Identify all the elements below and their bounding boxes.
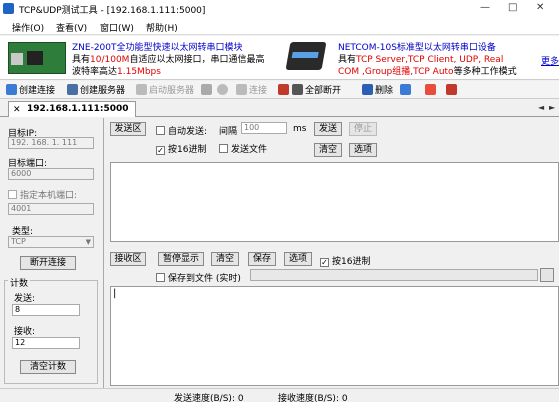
- banner-right-line3: COM ,Group组播,TCP Auto等多种工作模式: [338, 67, 517, 77]
- tab-connection[interactable]: ✕ 192.168.1.111:5000: [8, 101, 136, 117]
- target-port-field[interactable]: 6000: [8, 168, 94, 180]
- send-clear-button[interactable]: 清空: [314, 143, 342, 157]
- tab-close-icon[interactable]: ✕: [13, 105, 21, 115]
- chevron-down-icon: ▼: [85, 238, 91, 246]
- recv-save-button[interactable]: 保存: [248, 252, 276, 266]
- auto-send-checkbox[interactable]: 自动发送:: [156, 124, 207, 137]
- pause-display-button[interactable]: 暂停显示: [158, 252, 204, 266]
- send-options-button[interactable]: 选项: [349, 143, 377, 157]
- banner-left-line3: 波特率高达1.15Mbps: [72, 67, 161, 77]
- connect-icon: [236, 84, 247, 95]
- send-count-field[interactable]: 8: [12, 304, 80, 316]
- status-bar: 发送速度(B/S): 0 接收速度(B/S): 0: [0, 388, 559, 402]
- disconnect-all-icon: [292, 84, 303, 95]
- recv-clear-button[interactable]: 清空: [211, 252, 239, 266]
- more-link[interactable]: 更多: [541, 54, 559, 67]
- recv-hex-checkbox[interactable]: ✓ 按16进制: [320, 254, 370, 267]
- title-bar: TCP&UDP测试工具 - [192.168.1.111:5000] — □ ✕: [0, 0, 559, 18]
- receive-area-button[interactable]: 接收区: [110, 252, 146, 266]
- recv-count-label: 接收:: [14, 327, 36, 337]
- local-port-field[interactable]: 4001: [8, 203, 94, 215]
- minimize-button[interactable]: —: [480, 2, 490, 13]
- tab-bar: ✕ 192.168.1.111:5000 ◄ ►: [0, 100, 559, 117]
- recv-speed: 接收速度(B/S): 0: [278, 394, 348, 402]
- browse-button[interactable]: [540, 268, 554, 282]
- save-to-file-checkbox[interactable]: 保存到文件 (实时): [156, 271, 241, 284]
- delete-button[interactable]: 删除: [362, 83, 393, 97]
- disconnect-button[interactable]: 断开连接: [20, 256, 76, 270]
- module-image[interactable]: [8, 42, 66, 74]
- app-icon: [3, 3, 14, 14]
- send-hex-checkbox[interactable]: ✓ 按16进制: [156, 142, 206, 155]
- server-icon: [67, 84, 78, 95]
- exit-icon[interactable]: [425, 84, 436, 95]
- send-speed: 发送速度(B/S): 0: [174, 394, 244, 402]
- interval-unit: ms: [293, 124, 307, 134]
- clear-count-button[interactable]: 清空计数: [20, 360, 76, 374]
- type-select[interactable]: TCP ▼: [8, 236, 94, 248]
- close-button[interactable]: ✕: [536, 2, 544, 13]
- connect-button[interactable]: 连接: [236, 83, 267, 97]
- ad-banner: ZNE-200T全功能型快速以太网转串口模块 具有10/100M自适应以太网接口…: [0, 36, 559, 80]
- interval-label: 间隔: [219, 127, 238, 137]
- start-server-button[interactable]: 启动服务器: [136, 83, 194, 97]
- create-connection-button[interactable]: 创建连接: [6, 83, 55, 97]
- toolbar: 创建连接 创建服务器 启动服务器 连接 全部断开 删除: [0, 81, 559, 99]
- send-count-label: 发送:: [14, 294, 36, 304]
- target-ip-field[interactable]: 192. 168. 1. 111: [8, 137, 94, 149]
- count-title: 计数: [8, 276, 31, 289]
- recv-options-button[interactable]: 选项: [284, 252, 312, 266]
- menu-help[interactable]: 帮助(H): [146, 21, 178, 34]
- tab-next-icon[interactable]: ►: [549, 103, 555, 112]
- network-icon[interactable]: [400, 84, 411, 95]
- stop-button[interactable]: 停止: [349, 122, 377, 136]
- tab-prev-icon[interactable]: ◄: [538, 103, 544, 112]
- plug-icon: [6, 84, 17, 95]
- save-file-path[interactable]: [250, 269, 538, 281]
- local-port-checkbox[interactable]: 指定本机端口:: [8, 188, 77, 201]
- settings-icon[interactable]: [217, 84, 228, 95]
- create-server-button[interactable]: 创建服务器: [67, 83, 125, 97]
- start-server-icon: [136, 84, 147, 95]
- window-title: TCP&UDP测试工具 - [192.168.1.111:5000]: [19, 6, 206, 16]
- receive-textbox[interactable]: |: [110, 286, 559, 386]
- send-textbox[interactable]: [110, 162, 559, 242]
- send-file-checkbox[interactable]: 发送文件: [219, 142, 267, 155]
- send-area: 发送区 自动发送: 间隔 100 ms 发送 停止 ✓ 按16进制 发送文件 清空…: [108, 118, 559, 244]
- recv-count-field[interactable]: 12: [12, 337, 80, 349]
- disconnect-icon[interactable]: [278, 84, 289, 95]
- tab-label: 192.168.1.111:5000: [27, 104, 129, 114]
- menu-view[interactable]: 查看(V): [56, 21, 87, 34]
- menu-window[interactable]: 窗口(W): [100, 21, 134, 34]
- delete-icon: [362, 84, 373, 95]
- send-button[interactable]: 发送: [314, 122, 342, 136]
- interval-field[interactable]: 100: [241, 122, 287, 134]
- stop-icon[interactable]: [201, 84, 212, 95]
- menu-operate[interactable]: 操作(O): [12, 21, 44, 34]
- receive-area: 接收区 暂停显示 清空 保存 选项 ✓ 按16进制 保存到文件 (实时) |: [108, 248, 559, 388]
- maximize-button[interactable]: □: [508, 2, 517, 13]
- connection-panel: 目标IP: 192. 168. 1. 111 目标端口: 6000 指定本机端口…: [0, 118, 104, 388]
- disconnect-all-button[interactable]: 全部断开: [292, 83, 341, 97]
- cursor-icon[interactable]: [446, 84, 457, 95]
- text-cursor: |: [113, 288, 117, 299]
- device-image[interactable]: [285, 42, 327, 70]
- send-area-button[interactable]: 发送区: [110, 122, 146, 136]
- menu-bar: 操作(O) 查看(V) 窗口(W) 帮助(H): [0, 18, 559, 35]
